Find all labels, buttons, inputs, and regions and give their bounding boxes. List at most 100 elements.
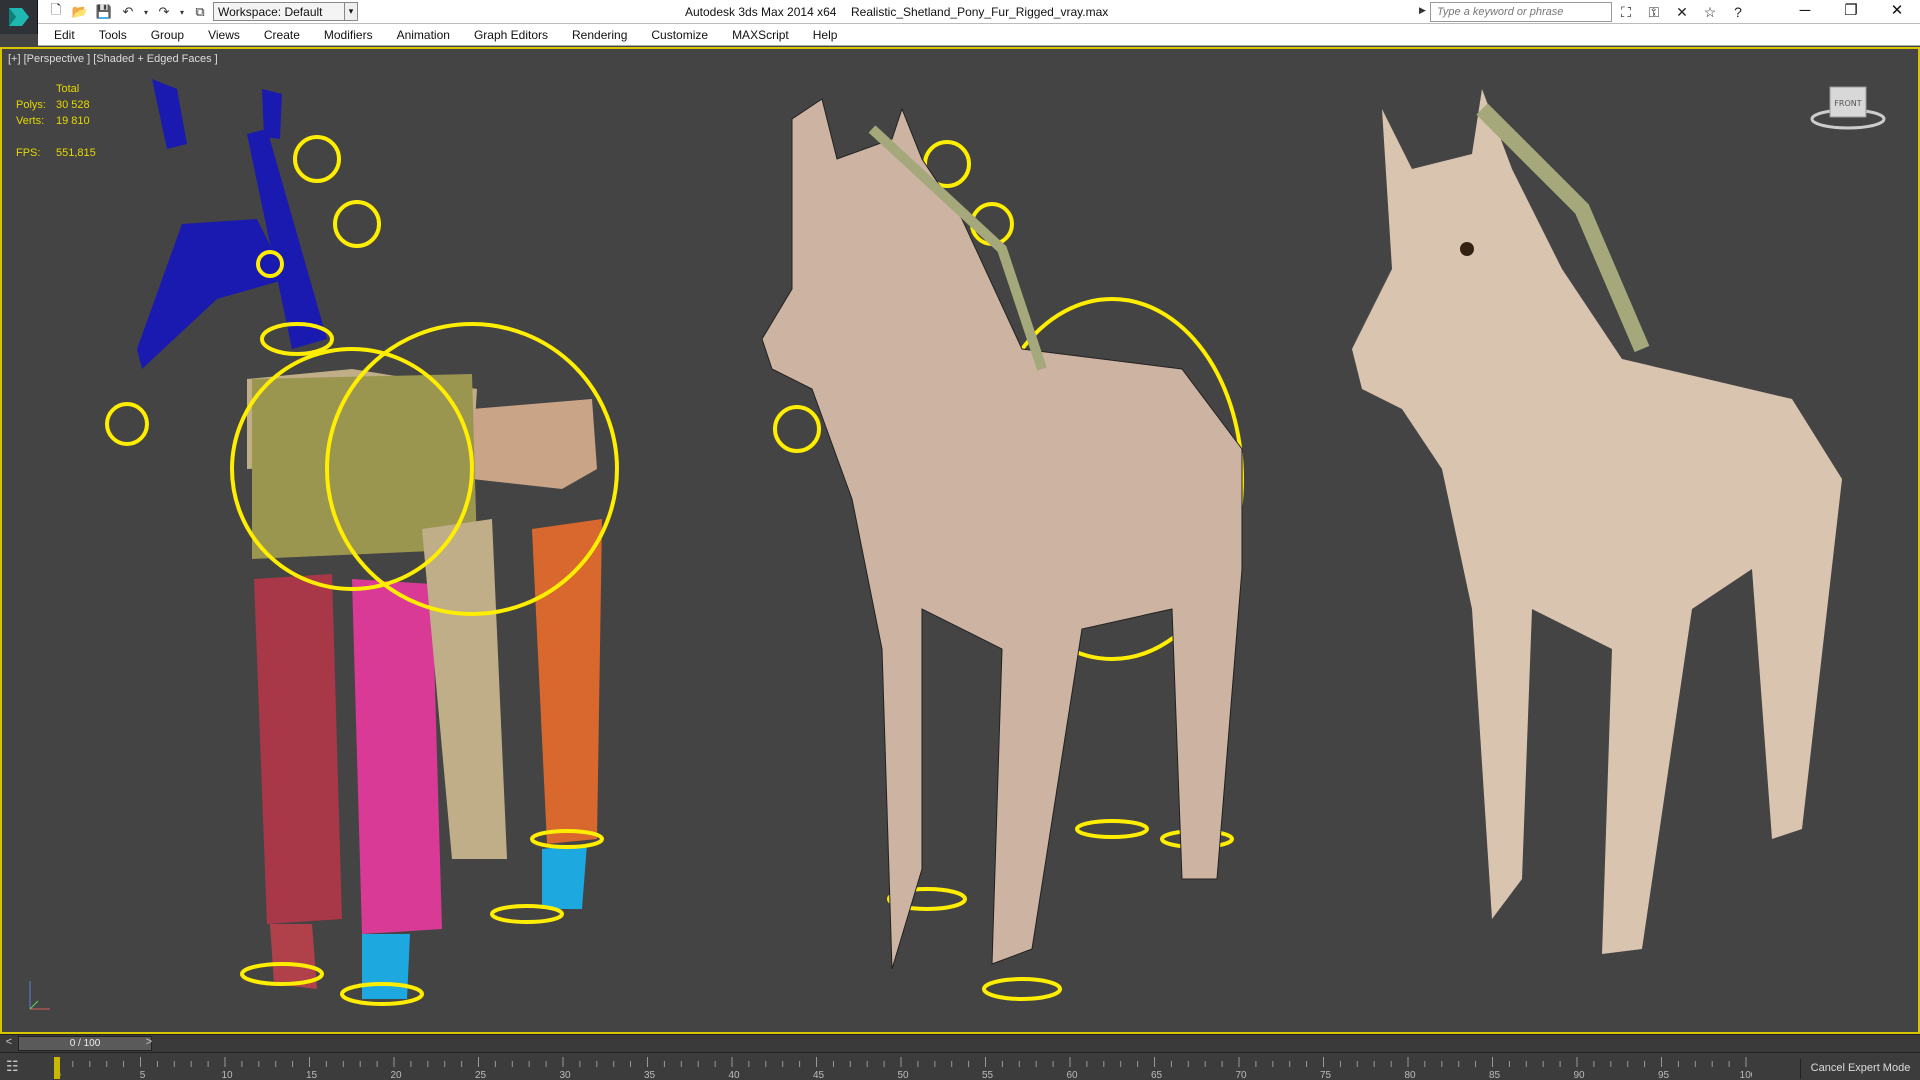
ruler-label: 60 — [1066, 1070, 1078, 1080]
pony-eye — [1460, 242, 1474, 256]
current-frame-marker[interactable] — [54, 1057, 60, 1079]
search-expand-icon[interactable]: ▶ — [1419, 5, 1426, 16]
save-file-icon[interactable]: 💾 — [94, 3, 114, 21]
track-bar[interactable]: ☷ 05101520253035404550556065707580859095… — [0, 1052, 1920, 1080]
help-icon[interactable]: ? — [1728, 2, 1748, 22]
ruler-label: 45 — [813, 1070, 825, 1080]
menu-edit[interactable]: Edit — [54, 24, 75, 45]
menu-views[interactable]: Views — [208, 24, 240, 45]
bone-front-leg-left[interactable] — [254, 574, 342, 924]
communication-icon[interactable]: ✕ — [1672, 2, 1692, 22]
ruler-label: 55 — [982, 1070, 994, 1080]
scene-render — [105, 79, 1842, 1006]
menu-rendering[interactable]: Rendering — [572, 24, 627, 45]
ruler-label: 100 — [1740, 1070, 1752, 1080]
fps-label: FPS: — [16, 147, 41, 159]
menu-customize[interactable]: Customize — [651, 24, 708, 45]
ruler-label: 5 — [140, 1070, 146, 1080]
menu-animation[interactable]: Animation — [397, 24, 450, 45]
viewcube-face-label: FRONT — [1834, 99, 1861, 108]
control-foot-hl[interactable] — [490, 904, 564, 924]
menu-create[interactable]: Create — [264, 24, 300, 45]
viewcube-icon: FRONT — [1810, 86, 1886, 130]
axis-tripod-icon — [24, 975, 54, 1018]
ruler-label: 40 — [728, 1070, 740, 1080]
favorites-star-icon[interactable]: ☆ — [1700, 2, 1720, 22]
verts-label: Verts: — [16, 115, 45, 127]
time-slider-bar: < 0 / 100 > — [0, 1034, 1920, 1052]
polys-value: 30 528 — [56, 99, 90, 111]
viewcube[interactable]: FRONT — [1808, 77, 1888, 136]
bone-pelvis[interactable] — [472, 399, 597, 489]
control-nose[interactable] — [105, 402, 149, 446]
ruler-label: 20 — [390, 1070, 402, 1080]
workspace-dropdown[interactable]: Workspace: Default ▾ — [213, 2, 353, 21]
control-head[interactable] — [293, 135, 341, 183]
time-next-button[interactable]: > — [142, 1036, 156, 1052]
app-menu-button[interactable] — [0, 0, 38, 34]
ruler-label: 65 — [1151, 1070, 1163, 1080]
control-foot-mesh-fr[interactable] — [982, 977, 1062, 1001]
menu-bar: Edit Tools Group Views Create Modifiers … — [38, 24, 1920, 46]
ruler-label: 80 — [1404, 1070, 1416, 1080]
menu-help[interactable]: Help — [813, 24, 838, 45]
time-slider[interactable]: 0 / 100 — [18, 1036, 152, 1051]
quick-access-toolbar: 🗋 📂 💾 ↶ ▾ ↷ ▾ ⧉ — [46, 2, 210, 21]
bone-rig — [137, 79, 602, 999]
3dsmax-logo-icon — [9, 8, 29, 26]
ruler-label: 85 — [1489, 1070, 1501, 1080]
restore-icon[interactable]: ❐ — [1828, 0, 1874, 24]
window-controls: ─ ❐ ✕ — [1782, 0, 1920, 24]
workspace-value: Workspace: Default — [218, 5, 323, 19]
new-file-icon[interactable]: 🗋 — [46, 2, 66, 21]
app-title: Autodesk 3ds Max 2014 x64 — [685, 5, 837, 19]
bone-front-foot-right[interactable] — [362, 934, 410, 999]
perspective-viewport[interactable]: [+] [Perspective ] [Shaded + Edged Faces… — [0, 47, 1920, 1034]
quick-access-customize-button[interactable]: ▾ — [344, 2, 358, 21]
time-prev-button[interactable]: < — [2, 1036, 16, 1052]
pony-render[interactable] — [1352, 89, 1842, 954]
stats-header: Total — [56, 83, 80, 95]
cancel-expert-mode-button[interactable]: Cancel Expert Mode — [1800, 1059, 1920, 1079]
open-file-icon[interactable]: 📂 — [70, 3, 90, 21]
infocenter-toolbar: ⛶ ⚿ ✕ ☆ ? — [1616, 2, 1748, 22]
curve-editor-icon[interactable]: ☷ — [6, 1058, 34, 1076]
control-jaw[interactable] — [333, 200, 381, 248]
undo-dropdown-icon[interactable]: ▾ — [142, 3, 150, 21]
control-foot-mesh-hl[interactable] — [1075, 819, 1149, 839]
viewport-label[interactable]: [+] [Perspective ] [Shaded + Edged Faces… — [8, 53, 218, 65]
menu-graph-editors[interactable]: Graph Editors — [474, 24, 548, 45]
control-nose-mesh[interactable] — [773, 405, 821, 453]
close-icon[interactable]: ✕ — [1874, 0, 1920, 24]
ruler-label: 15 — [306, 1070, 318, 1080]
bone-head-top[interactable] — [152, 79, 187, 149]
menu-modifiers[interactable]: Modifiers — [324, 24, 373, 45]
bone-front-leg-right[interactable] — [352, 579, 442, 934]
redo-dropdown-icon[interactable]: ▾ — [178, 3, 186, 21]
menu-maxscript[interactable]: MAXScript — [732, 24, 789, 45]
pony-wireframe[interactable] — [761, 98, 1243, 970]
ruler-label: 35 — [644, 1070, 656, 1080]
menu-tools[interactable]: Tools — [99, 24, 127, 45]
bone-hind-foot-right[interactable] — [542, 844, 587, 909]
redo-icon[interactable]: ↷ — [154, 3, 174, 21]
frame-ruler[interactable]: 0510152025303540455055606570758085909510… — [52, 1053, 1752, 1080]
menu-group[interactable]: Group — [151, 24, 184, 45]
minimize-icon[interactable]: ─ — [1782, 0, 1828, 24]
ruler-label: 10 — [221, 1070, 233, 1080]
subscription-key-icon[interactable]: ⚿ — [1644, 2, 1664, 22]
ruler-label: 70 — [1235, 1070, 1247, 1080]
ruler-label: 95 — [1658, 1070, 1670, 1080]
binoculars-icon[interactable]: ⛶ — [1616, 2, 1636, 22]
file-title: Realistic_Shetland_Pony_Fur_Rigged_vray.… — [851, 5, 1109, 19]
search-input[interactable] — [1430, 2, 1612, 22]
ruler-label: 25 — [475, 1070, 487, 1080]
bone-hind-leg-right[interactable] — [532, 519, 602, 844]
ruler-label: 90 — [1573, 1070, 1585, 1080]
title-bar: 🗋 📂 💾 ↶ ▾ ↷ ▾ ⧉ Workspace: Default ▾ ▾ A… — [0, 0, 1920, 24]
ruler-label: 50 — [897, 1070, 909, 1080]
ruler-label: 75 — [1320, 1070, 1332, 1080]
polys-label: Polys: — [16, 99, 46, 111]
project-folder-icon[interactable]: ⧉ — [190, 3, 210, 21]
undo-icon[interactable]: ↶ — [118, 3, 138, 21]
